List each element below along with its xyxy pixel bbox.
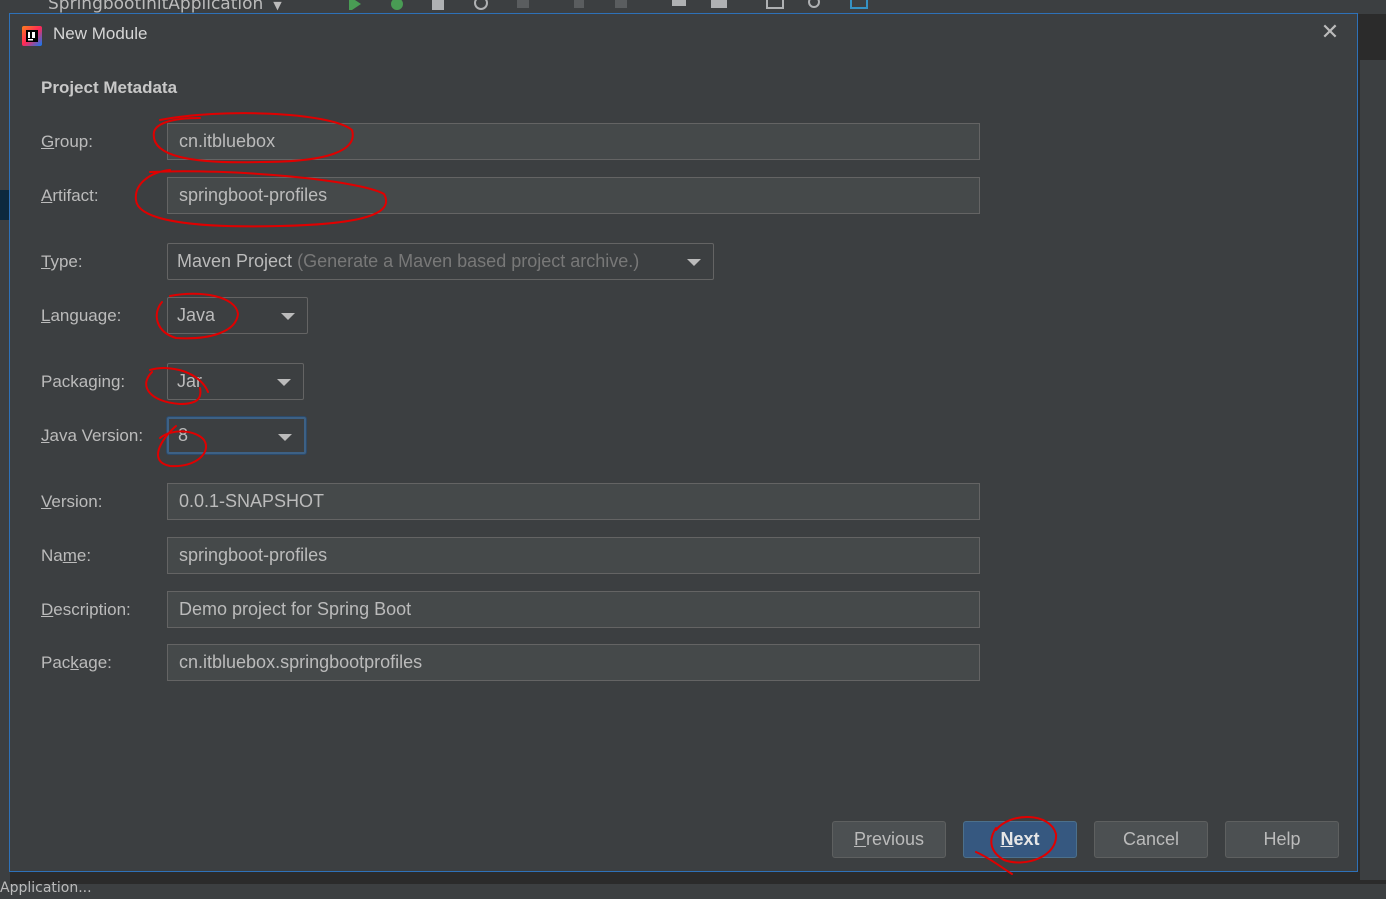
chevron-down-icon [687, 259, 701, 266]
run-icon[interactable] [346, 0, 364, 10]
chevron-down-icon [278, 434, 292, 441]
java-version-select[interactable]: 8 [167, 417, 306, 454]
chevron-down-icon [281, 313, 295, 320]
package-field[interactable]: cn.itbluebox.springbootprofiles [167, 644, 980, 681]
coverage-icon[interactable] [430, 0, 448, 10]
profiler-icon[interactable] [472, 0, 490, 10]
artifact-label: Artifact: [41, 186, 99, 205]
help-button[interactable]: Help [1225, 821, 1339, 858]
section-title: Project Metadata [41, 78, 178, 97]
type-value: Maven Project [177, 251, 293, 271]
run-configuration-selector[interactable]: SpringbootInitApplication ▼ [48, 0, 282, 14]
close-icon[interactable]: ✕ [1318, 22, 1342, 46]
type-label: Type: [41, 252, 83, 271]
java-version-value: 8 [178, 425, 189, 445]
search-icon[interactable] [806, 0, 824, 10]
ide-status-bar: Application... [0, 880, 1386, 899]
version-field[interactable]: 0.0.1-SNAPSHOT [167, 483, 980, 520]
ide-status-text: Application... [0, 880, 92, 896]
version-label: Version: [41, 492, 103, 511]
intellij-idea-icon [22, 26, 42, 46]
java-version-label: Java Version: [41, 426, 144, 445]
next-button[interactable]: Next [963, 821, 1077, 858]
new-module-dialog: New Module ✕ Project Metadata Group: cn.… [9, 13, 1358, 872]
attach-icon[interactable] [570, 0, 588, 10]
description-label: Description: [41, 600, 131, 619]
previous-button[interactable]: Previous [832, 821, 946, 858]
type-hint: (Generate a Maven based project archive.… [297, 251, 640, 271]
chevron-down-icon: ▼ [273, 0, 282, 12]
packaging-select[interactable]: Jar [167, 363, 304, 400]
diagram-icon[interactable] [850, 0, 868, 10]
language-value: Java [177, 305, 216, 325]
folder-icon[interactable] [710, 0, 728, 10]
language-label: Language: [41, 306, 122, 325]
group-label: Group: [41, 132, 93, 151]
dialog-title: New Module [53, 24, 148, 43]
name-field[interactable]: springboot-profiles [167, 537, 980, 574]
build-icon[interactable] [612, 0, 630, 10]
group-field[interactable]: cn.itbluebox [167, 123, 980, 160]
language-select[interactable]: Java [167, 297, 308, 334]
ide-toolbar: SpringbootInitApplication ▼ [0, 0, 1386, 14]
run-configuration-label: SpringbootInitApplication [48, 0, 264, 14]
name-label: Name: [41, 546, 92, 565]
cancel-button[interactable]: Cancel [1094, 821, 1208, 858]
window-icon[interactable] [766, 0, 784, 10]
chevron-down-icon [277, 379, 291, 386]
description-field[interactable]: Demo project for Spring Boot [167, 591, 980, 628]
packaging-value: Jar [177, 371, 203, 391]
dialog-titlebar[interactable]: New Module ✕ [10, 14, 1357, 58]
artifact-field[interactable]: springboot-profiles [167, 177, 980, 214]
settings-wrench-icon[interactable] [670, 0, 688, 10]
debug-icon[interactable] [388, 0, 406, 10]
type-select[interactable]: Maven Project (Generate a Maven based pr… [167, 243, 714, 280]
packaging-label: Packaging: [41, 372, 126, 391]
ide-right-panel [1360, 60, 1386, 880]
stop-icon[interactable] [514, 0, 532, 10]
package-label: Package: [41, 653, 112, 672]
